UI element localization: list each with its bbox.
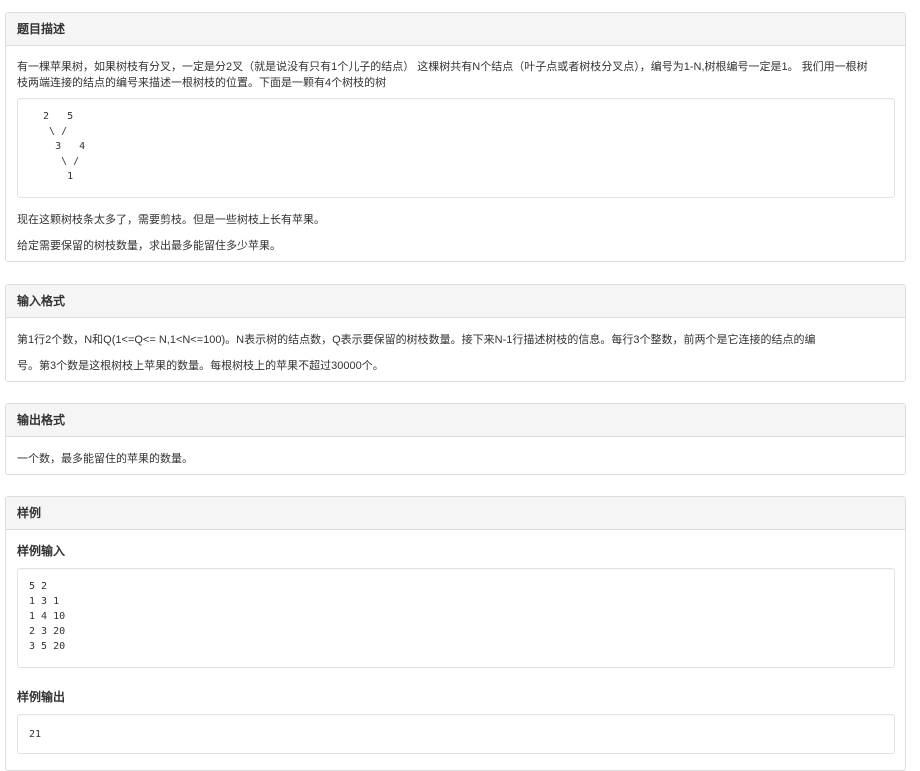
input-format-heading: 输入格式: [6, 285, 905, 318]
description-heading: 题目描述: [6, 13, 905, 46]
tree-diagram: 2 5 \ / 3 4 \ / 1: [43, 111, 86, 182]
description-panel: 题目描述 有一棵苹果树，如果树枝有分叉，一定是分2叉（就是说没有只有1个儿子的结…: [5, 12, 906, 262]
tree-diagram-box: 2 5 \ / 3 4 \ / 1: [17, 98, 895, 198]
description-text-line-2: 枝两端连接的结点的编号来描述一根树枝的位置。下面是一颗有4个树枝的树: [17, 77, 387, 89]
description-text-line-1: 有一棵苹果树，如果树枝有分叉，一定是分2叉（就是说没有只有1个儿子的结点） 这棵…: [17, 61, 868, 73]
input-format-panel: 输入格式 第1行2个数，N和Q(1<=Q<= N,1<N<=100)。N表示树的…: [5, 284, 906, 382]
output-format-line-1: 一个数，最多能留住的苹果的数量。: [17, 453, 193, 465]
description-text-line-4: 给定需要保留的树枝数量，求出最多能留住多少苹果。: [17, 240, 281, 252]
output-format-panel: 输出格式 一个数，最多能留住的苹果的数量。: [5, 403, 906, 475]
sample-output-label: 样例输出: [17, 690, 66, 704]
sample-panel: 样例 样例输入 5 2 1 3 1 1 4 10 2 3 20 3 5 20 样…: [5, 496, 906, 771]
sample-output-box: 21: [17, 714, 895, 754]
sample-output-text: 21: [29, 729, 42, 740]
input-format-line-1: 第1行2个数，N和Q(1<=Q<= N,1<N<=100)。N表示树的结点数，Q…: [17, 334, 816, 346]
sample-heading: 样例: [6, 497, 905, 530]
output-format-heading: 输出格式: [6, 404, 905, 437]
sample-input-text: 5 2 1 3 1 1 4 10 2 3 20 3 5 20: [29, 581, 66, 652]
sample-input-label: 样例输入: [17, 544, 66, 558]
description-text-line-3: 现在这颗树枝条太多了，需要剪枝。但是一些树枝上长有苹果。: [17, 214, 325, 226]
sample-input-box: 5 2 1 3 1 1 4 10 2 3 20 3 5 20: [17, 568, 895, 668]
input-format-line-2: 号。第3个数是这根树枝上苹果的数量。每根树枝上的苹果不超过30000个。: [17, 360, 384, 372]
